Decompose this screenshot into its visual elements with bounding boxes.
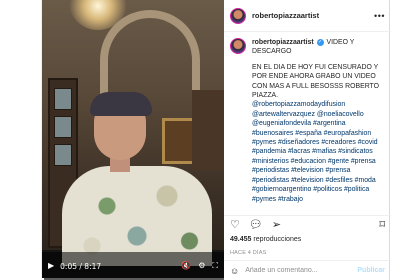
caption-hashtags[interactable]: @robertopiazzamodaydifusion @artewalterv… [252, 100, 385, 203]
shelf [192, 90, 224, 170]
views-number: 49.455 [230, 236, 252, 243]
fullscreen-icon[interactable]: ⛶ [212, 262, 218, 270]
caption-body: EN EL DIA DE HOY FUI CENSURADO Y POR END… [252, 63, 380, 100]
view-count[interactable]: 49.455 reproducciones [230, 236, 301, 243]
video-frame [42, 0, 224, 266]
caption: robertopiazzaartist ✓ VIDEO Y DESCARGO E… [252, 38, 385, 204]
action-bar: ♡ 💬︎ ➢ ⌑ [224, 215, 391, 233]
play-icon[interactable]: ▶ [48, 262, 54, 270]
comment-input[interactable] [245, 267, 346, 274]
video-time: 0:05 / 8:17 [60, 261, 102, 271]
video-player[interactable]: ▶ 0:05 / 8:17 🔇 ⚙ ⛶ [42, 0, 224, 280]
post-header: robertopiazzaartist ••• [224, 0, 391, 32]
video-controls: ▶ 0:05 / 8:17 🔇 ⚙ ⛶ [42, 252, 224, 280]
emoji-icon[interactable]: ☺ [230, 266, 239, 276]
caption-username[interactable]: robertopiazzaartist [252, 39, 314, 46]
volume-icon[interactable]: 🔇 [181, 262, 191, 270]
person-shirt [62, 166, 212, 266]
avatar[interactable] [230, 7, 246, 24]
person-hair [90, 92, 152, 116]
comment-bar: ☺ Publicar [224, 260, 391, 280]
instagram-post: ▶ 0:05 / 8:17 🔇 ⚙ ⛶ robertopiazzaartist … [41, 0, 391, 280]
post-timestamp: HACE 4 DÍAS [230, 250, 267, 256]
publish-button[interactable]: Publicar [357, 267, 385, 274]
share-icon[interactable]: ➢ [272, 220, 281, 231]
caption-avatar[interactable] [230, 38, 246, 54]
views-label: reproducciones [253, 236, 302, 243]
post-info-panel: robertopiazzaartist ••• robertopiazzaart… [224, 0, 391, 280]
bookmark-icon[interactable]: ⌑ [379, 220, 385, 231]
header-username[interactable]: robertopiazzaartist [252, 11, 319, 20]
more-dots-icon[interactable]: ••• [374, 11, 385, 21]
heart-icon[interactable]: ♡ [230, 220, 240, 231]
verified-badge-icon: ✓ [316, 38, 324, 46]
settings-icon[interactable]: ⚙ [198, 262, 205, 270]
caption-area: robertopiazzaartist ✓ VIDEO Y DESCARGO E… [224, 38, 391, 204]
comment-icon[interactable]: 💬︎ [249, 220, 263, 231]
